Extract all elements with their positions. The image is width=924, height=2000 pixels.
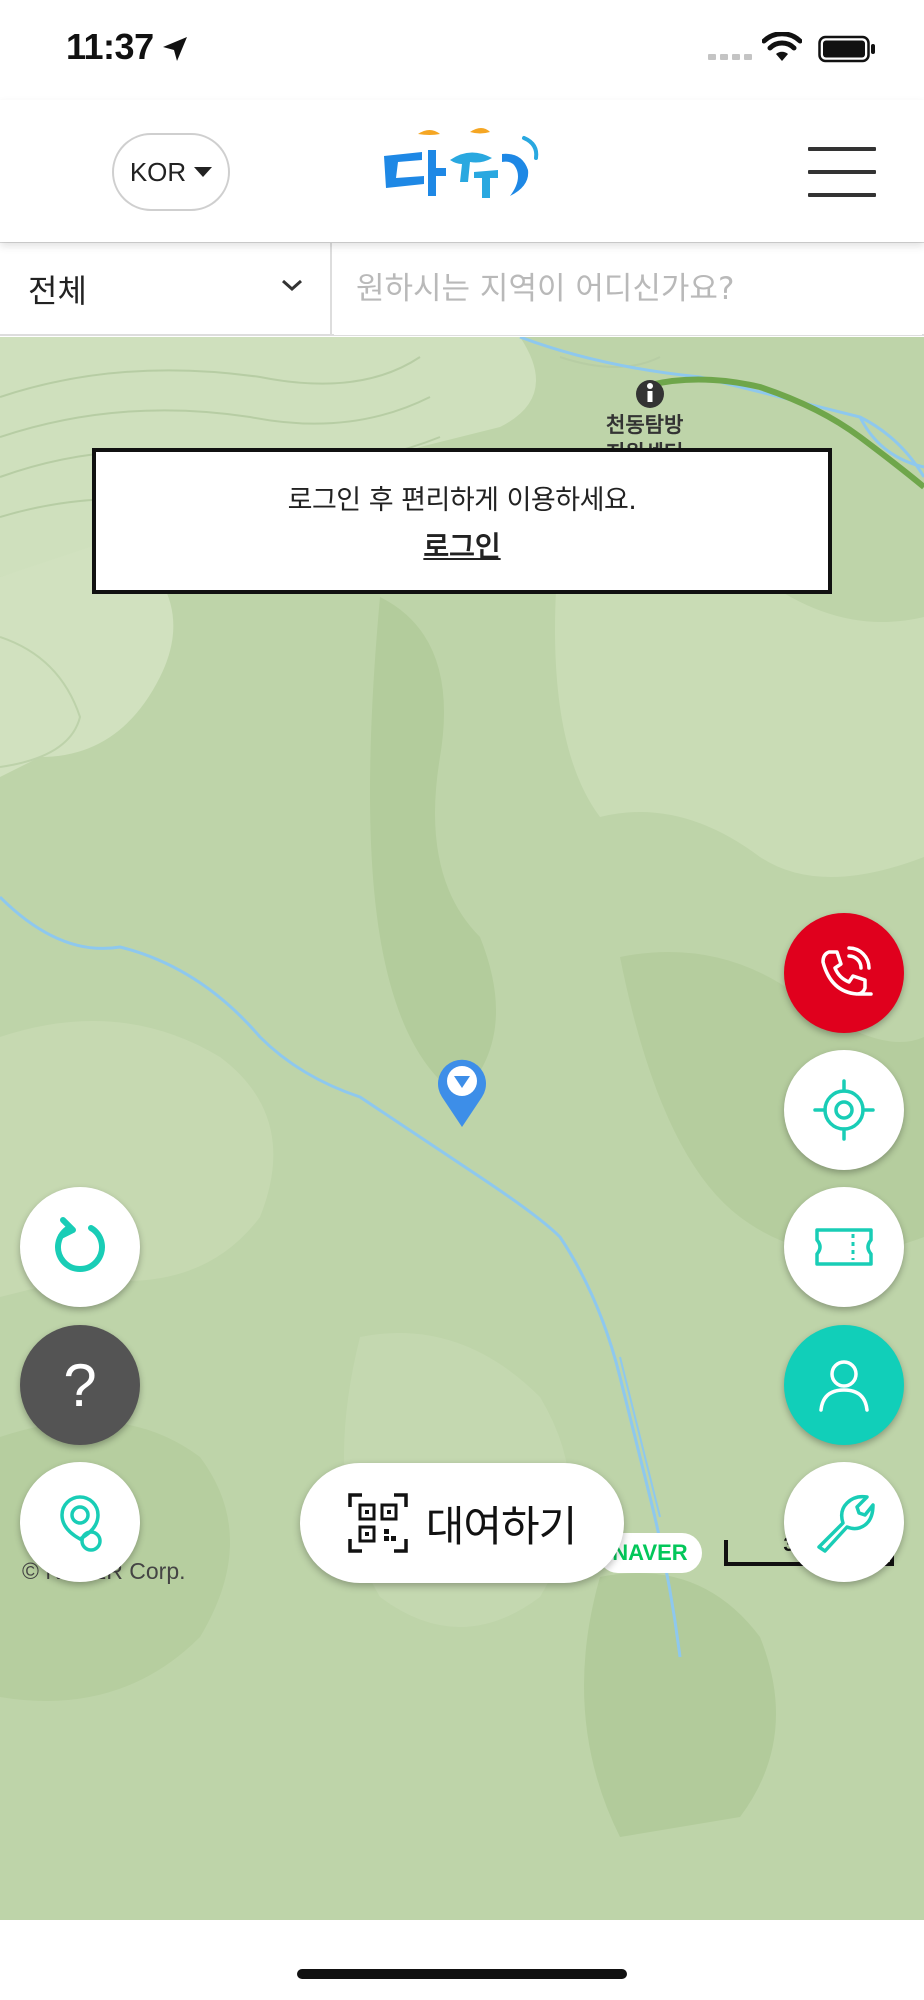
ticket-icon [815, 1228, 873, 1266]
hamburger-menu-icon[interactable] [808, 147, 878, 197]
wrench-icon [817, 1494, 875, 1553]
status-time: 11:37 [66, 26, 154, 67]
rent-label: 대여하기 [425, 1501, 578, 1551]
language-button[interactable]: KOR [112, 133, 230, 211]
refresh-button[interactable] [20, 1187, 140, 1307]
tashu-logo[interactable] [378, 124, 544, 216]
home-indicator[interactable] [297, 1969, 627, 1979]
login-link[interactable]: 로그인 [423, 525, 500, 565]
bike-station-icon [60, 1495, 102, 1552]
language-label: KOR [129, 156, 187, 187]
rent-button[interactable]: 대여하기 [300, 1463, 624, 1583]
wifi-icon [762, 32, 802, 61]
location-arrow-icon [163, 37, 187, 61]
repair-button[interactable] [784, 1462, 904, 1582]
crosshair-icon [813, 1079, 875, 1141]
chevron-down-icon [282, 279, 302, 292]
cellular-signal-icon [708, 54, 752, 60]
app-header: KOR [0, 100, 924, 242]
login-message: 로그인 후 편리하게 이용하세요. [287, 484, 637, 516]
battery-icon [818, 35, 875, 63]
qr-scan-icon [347, 1493, 408, 1553]
phone-call-icon [821, 946, 873, 996]
help-button[interactable]: ? [20, 1325, 140, 1445]
ticket-button[interactable] [784, 1187, 904, 1307]
station-button[interactable] [20, 1462, 140, 1582]
my-location-button[interactable] [784, 1050, 904, 1170]
call-button[interactable] [784, 913, 904, 1033]
my-page-button[interactable] [784, 1325, 904, 1445]
help-label: ? [63, 1351, 97, 1419]
refresh-icon [55, 1217, 105, 1273]
search-bar: 전체 [0, 242, 924, 336]
location-marker-icon[interactable] [436, 1057, 488, 1129]
login-prompt: 로그인 후 편리하게 이용하세요. 로그인 [92, 448, 832, 594]
home-area [0, 1920, 924, 2000]
map-view[interactable]: 천동탐방 지원센터 로그인 후 편리하게 이용하세요. 로그인 [0, 337, 924, 1920]
search-input[interactable] [334, 243, 922, 335]
caret-down-icon [194, 167, 213, 177]
status-bar: 11:37 [0, 0, 924, 100]
region-select[interactable]: 전체 [0, 243, 332, 335]
region-select-value: 전체 [28, 272, 87, 310]
user-icon [819, 1360, 869, 1412]
poi-label-line1: 천동탐방 [606, 413, 684, 437]
